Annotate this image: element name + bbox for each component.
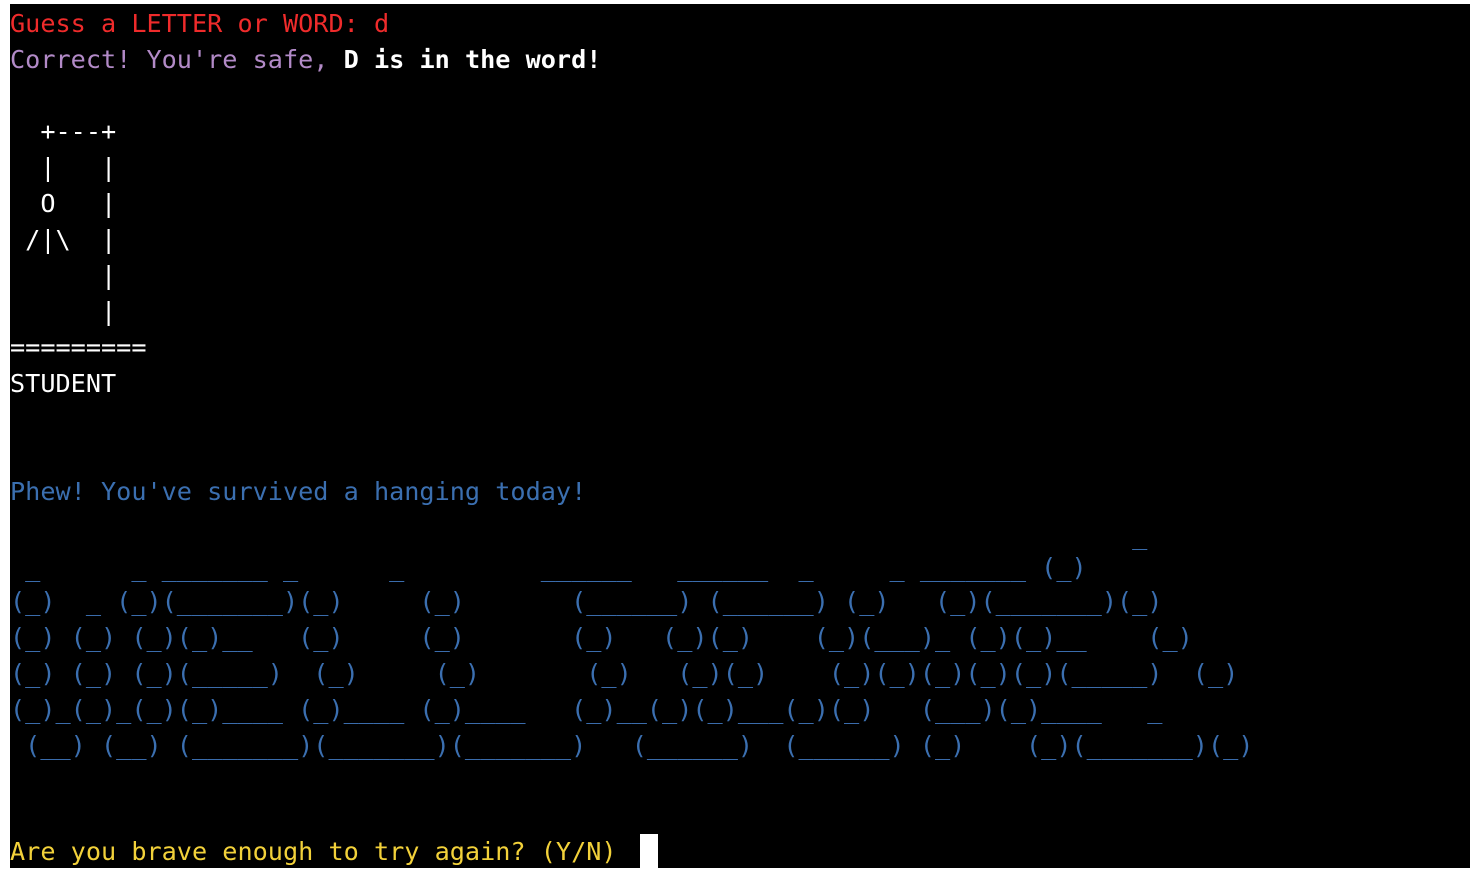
banner-art-line: (__) (__) (_______)(_______)(_______) (_… <box>10 731 1254 760</box>
guess-prompt-label: Guess a LETTER or WORD: <box>10 9 374 38</box>
guess-prompt-line: Guess a LETTER or WORD: d <box>10 6 389 42</box>
replay-prompt-line[interactable]: Are you brave enough to try again? (Y/N) <box>10 834 658 868</box>
feedback-highlight-text: D is in the word! <box>343 45 602 74</box>
hangman-art-line: +---+ <box>10 117 117 146</box>
banner-art-line: (_) (_) (_)(_)__ (_) (_) (_) (_)(_) (_)(… <box>10 623 1193 652</box>
banner-art-line: (_) _ (_)(_______)(_) (_) (______) (____… <box>10 587 1163 616</box>
banner-art-line: _ _ _______ _ _ ______ ______ _ _ ______… <box>10 553 1087 582</box>
hangman-art-line: O | <box>10 189 117 218</box>
hangman-art-line: /|\ | <box>10 225 117 254</box>
hangman-art-line: | <box>10 297 117 326</box>
feedback-line: Correct! You're safe, D is in the word! <box>10 42 601 78</box>
revealed-word: STUDENT <box>10 369 117 398</box>
guess-input-value: d <box>373 9 390 38</box>
hangman-gallows-base: ========= <box>10 333 147 362</box>
hangman-art-line: | | <box>10 153 117 182</box>
banner-art-line: _ <box>10 521 1148 550</box>
replay-prompt-text: Are you brave enough to try again? (Y/N) <box>10 837 632 866</box>
banner-art-line: (_)_(_)_(_)(_)____ (_)____ (_)____ (_)__… <box>10 695 1163 724</box>
result-message: Phew! You've survived a hanging today! <box>10 477 587 506</box>
banner-art-line: (_) (_) (_)(_____) (_) (_) (_) (_)(_) (_… <box>10 659 1239 688</box>
feedback-correct-text: Correct! You're safe, <box>10 45 344 74</box>
terminal-window[interactable]: Guess a LETTER or WORD: d Correct! You'r… <box>10 4 1470 868</box>
text-cursor[interactable] <box>639 834 658 868</box>
hangman-art-line: | <box>10 261 117 290</box>
